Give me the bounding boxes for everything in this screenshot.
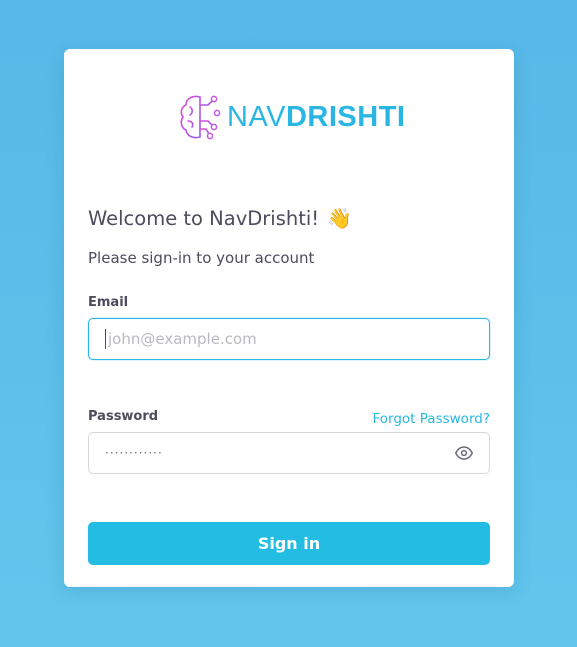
email-placeholder: john@example.com — [108, 330, 257, 348]
brand-logo: NAVDRISHTI — [178, 91, 405, 143]
password-field[interactable]: ············ — [88, 432, 490, 474]
brand-name: NAVDRISHTI — [227, 100, 406, 133]
email-label: Email — [88, 295, 129, 310]
sign-in-button[interactable]: Sign in — [88, 522, 490, 565]
brain-circuit-icon — [180, 95, 221, 140]
waving-hand-icon: 👋 — [327, 206, 353, 230]
welcome-heading: Welcome to NavDrishti! 👋 — [88, 206, 352, 230]
welcome-title: Welcome to NavDrishti! — [88, 206, 320, 230]
forgot-password-link[interactable]: Forgot Password? — [373, 411, 491, 427]
brand-name-part1: NAV — [227, 100, 286, 133]
login-card: NAVDRISHTI Welcome to NavDrishti! 👋 Plea… — [64, 49, 514, 587]
password-label: Password — [88, 409, 159, 424]
brand-name-part2: DRISHTI — [285, 100, 406, 133]
eye-icon[interactable] — [455, 444, 473, 462]
email-field[interactable]: john@example.com — [88, 318, 490, 360]
text-caret — [105, 329, 106, 349]
signin-subtitle: Please sign-in to your account — [88, 249, 315, 267]
password-value: ············ — [105, 446, 163, 460]
